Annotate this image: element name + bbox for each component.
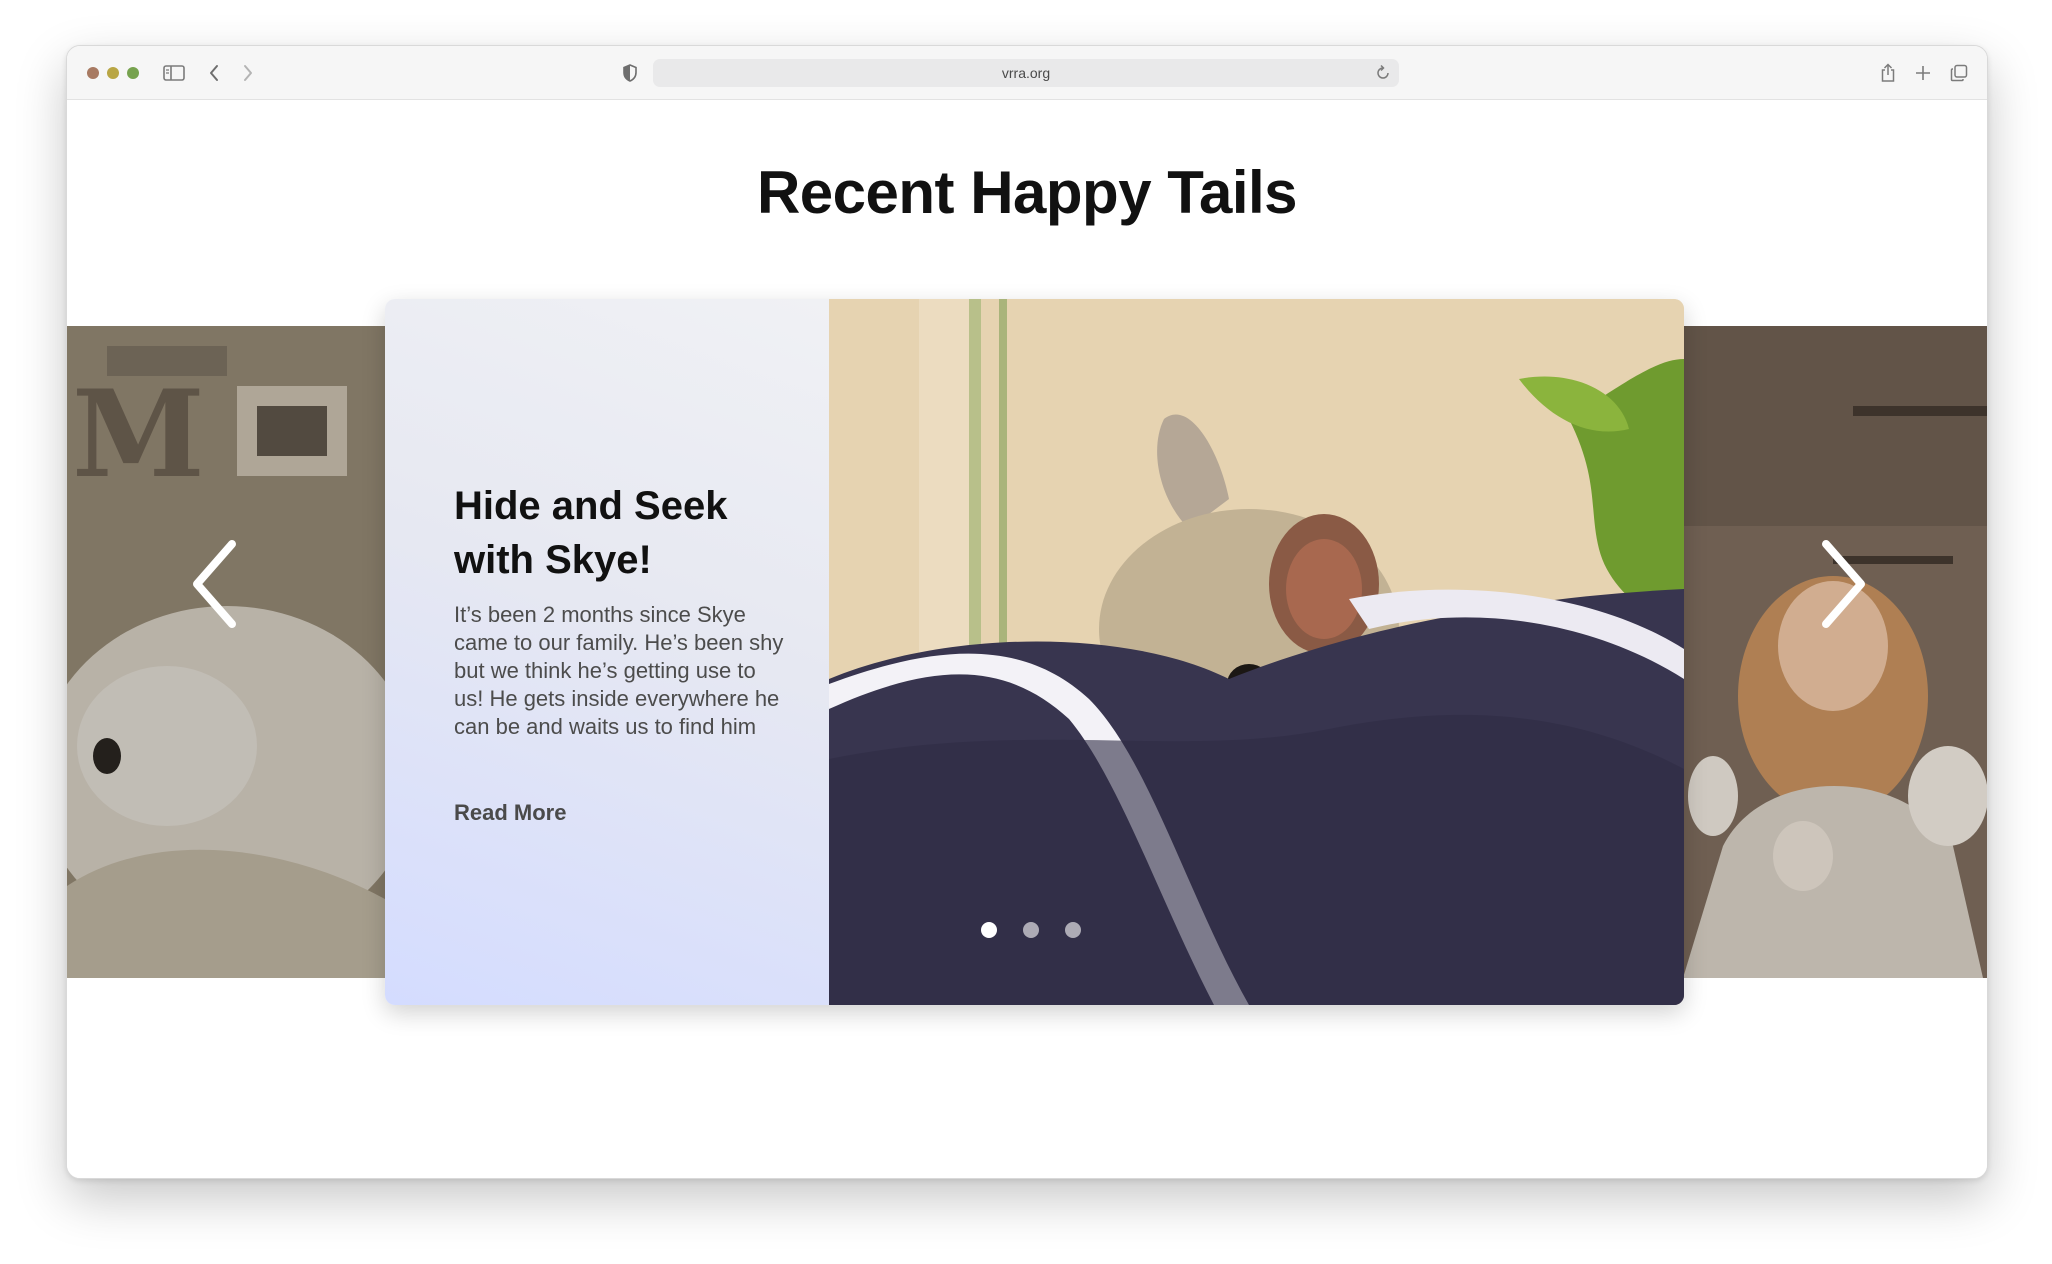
plus-icon[interactable] — [1910, 60, 1936, 86]
carousel-next-button[interactable] — [1806, 536, 1876, 632]
slide-dim-overlay — [1683, 326, 1987, 978]
url-text: vrra.org — [1001, 65, 1051, 81]
browser-toolbar: vrra.org — [67, 46, 1987, 100]
tabs-icon[interactable] — [1946, 60, 1972, 86]
chevron-left-icon[interactable] — [201, 60, 227, 86]
carousel-next-icon — [1822, 540, 1865, 628]
chevron-right-icon[interactable] — [235, 60, 261, 86]
carousel-prev-button[interactable] — [182, 536, 252, 632]
carousel-active-slide: Hide and Seek with Skye! It’s been 2 mon… — [385, 299, 1684, 1005]
slide-title: Hide and Seek with Skye! — [454, 484, 728, 582]
maximize-window-button[interactable] — [127, 67, 139, 79]
browser-window: vrra.org Recent Happy Tails M Hide and S… — [66, 45, 1988, 1179]
page-content: Recent Happy Tails M Hide and Seek with … — [67, 100, 1987, 1178]
slide-photo — [829, 299, 1684, 1005]
address-bar[interactable]: vrra.org — [653, 59, 1399, 87]
carousel-next-slide-image[interactable] — [1683, 326, 1987, 978]
share-icon[interactable] — [1875, 60, 1901, 86]
carousel-prev-icon — [193, 540, 236, 628]
reload-icon[interactable] — [1375, 64, 1391, 87]
carousel-indicator-2[interactable] — [1023, 922, 1039, 938]
carousel-indicator-3[interactable] — [1065, 922, 1081, 938]
minimize-window-button[interactable] — [107, 67, 119, 79]
sidebar-icon[interactable] — [161, 60, 187, 86]
carousel-indicators — [981, 922, 1081, 938]
shield-icon[interactable] — [617, 60, 643, 86]
read-more-link[interactable]: Read More — [454, 800, 566, 826]
close-window-button[interactable] — [87, 67, 99, 79]
slide-text-panel: Hide and Seek with Skye! It’s been 2 mon… — [385, 299, 829, 1005]
page-title: Recent Happy Tails — [756, 159, 1298, 226]
carousel-indicator-1[interactable] — [981, 922, 997, 938]
slide-description: It’s been 2 months since Skye came to ou… — [454, 602, 784, 739]
carousel-prev-slide-image[interactable]: M — [67, 326, 397, 978]
slide-dim-overlay — [67, 326, 397, 978]
